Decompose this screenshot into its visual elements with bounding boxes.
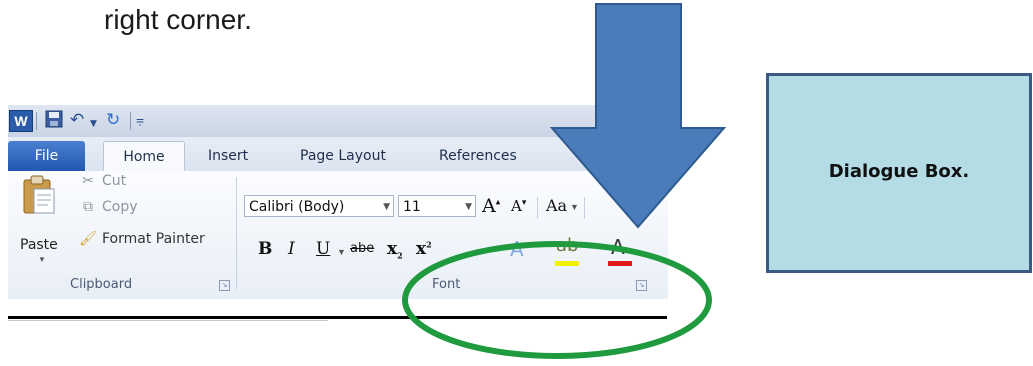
undo-icon[interactable]: ↶ [70,109,84,131]
paste-dropdown-icon[interactable]: ▼ [38,255,46,264]
chevron-down-icon[interactable]: ▼ [337,247,346,257]
shrink-font-button[interactable]: A▾ [511,197,526,215]
subscript-button[interactable]: x2 [387,239,403,260]
copy-label: Copy [102,199,138,215]
caption-text: right corner. [104,4,252,35]
quick-access-toolbar: W ↶ ▼ ↻ ⩦ [8,105,668,137]
tab-mailings[interactable]: M [594,143,606,169]
paste-button[interactable]: Paste [20,237,58,253]
tab-page-layout[interactable]: Page Layout [300,143,386,169]
strikethrough-button[interactable]: abe [350,241,374,256]
customize-qat-icon[interactable]: ⩦ [136,109,144,131]
tab-references[interactable]: References [439,143,517,169]
font-dialog-launcher-icon[interactable]: ↘ [636,280,647,291]
bold-button[interactable]: B [258,239,272,259]
change-case-button[interactable]: Aa [546,196,567,215]
shrink-font-label: A [511,197,522,215]
highlight-color-bar [555,261,579,266]
chevron-down-icon[interactable]: ▼ [465,196,472,218]
font-size-value: 11 [403,199,421,215]
cut-label: Cut [102,173,127,189]
subscript-label: x [387,239,398,259]
chevron-down-icon[interactable]: ▼ [383,196,390,218]
text-effects-icon[interactable]: A [510,237,524,261]
tab-home[interactable]: Home [103,141,185,174]
scissors-icon: ✂ [82,173,94,189]
paintbrush-icon: 🖌 [79,231,97,247]
tab-insert[interactable]: Insert [208,143,248,169]
tab-file[interactable]: File [8,141,85,171]
font-name-value: Calibri (Body) [249,199,345,215]
toolbar-separator [537,197,538,219]
callout-text: Dialogue Box. [828,160,970,182]
ribbon-tabs: File Home Insert Page Layout References … [8,137,668,174]
clear-formatting-icon[interactable]: ✎ [620,197,633,215]
font-color-bar [608,261,632,266]
paste-icon[interactable] [22,175,56,215]
font-name-combo[interactable]: Calibri (Body) ▼ [244,195,394,217]
dialogue-box-callout: Dialogue Box. [766,73,1032,273]
redo-icon[interactable]: ↻ [106,109,120,131]
divider-line [8,316,667,319]
clipboard-group-label: Clipboard [70,277,133,292]
grow-font-label: A [482,195,496,217]
cut-button[interactable]: ✂ Cut [78,173,126,189]
qat-separator [130,112,131,130]
copy-icon: ⧉ [83,199,93,215]
superscript-label: x [416,239,427,259]
grow-font-button[interactable]: A▴ [482,195,500,217]
superscript-button[interactable]: x2 [416,239,432,259]
word-app-icon[interactable]: W [9,110,33,132]
font-group-label: Font [432,277,461,292]
save-icon[interactable] [44,109,64,129]
italic-button[interactable]: I [288,239,295,259]
highlight-icon[interactable]: ab [556,235,578,256]
qat-separator [36,112,37,130]
clipboard-dialog-launcher-icon[interactable]: ↘ [219,280,230,291]
change-case-label: Aa [546,196,568,215]
copy-button[interactable]: ⧉ Copy [78,199,138,215]
group-separator [236,177,237,289]
font-color-icon[interactable]: A [611,235,625,259]
ribbon-body: Paste ▼ ✂ Cut ⧉ Copy 🖌 Format Painter Clipb… [8,171,668,299]
undo-dropdown-icon[interactable]: ▼ [90,113,97,135]
toolbar-separator [584,197,585,219]
format-painter-label: Format Painter [102,231,205,247]
chevron-down-icon[interactable]: ▼ [570,202,579,212]
font-size-combo[interactable]: 11 ▼ [398,195,476,217]
format-painter-button[interactable]: 🖌 Format Painter [78,231,205,247]
word-ribbon-screenshot: W ↶ ▼ ↻ ⩦ File Home Insert Page Layout R… [8,105,668,318]
underline-button[interactable]: U [316,239,330,259]
document-edge-line [8,320,328,321]
